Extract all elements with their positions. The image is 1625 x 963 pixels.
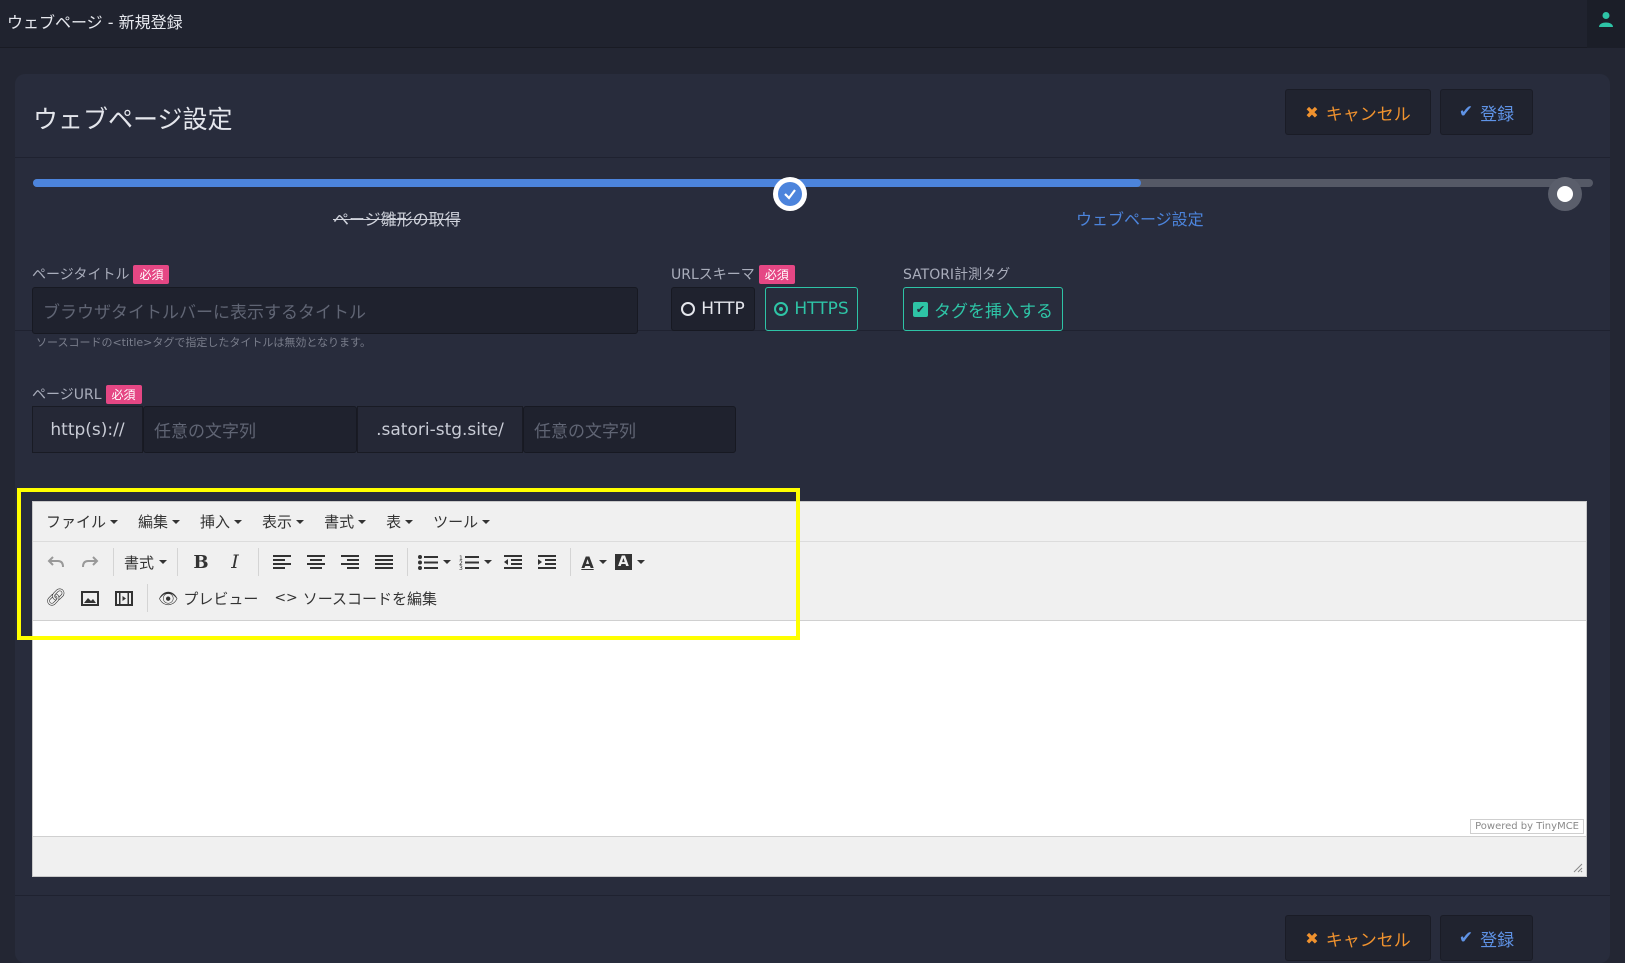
required-badge: 必須 bbox=[133, 264, 170, 284]
user-menu[interactable] bbox=[1587, 0, 1625, 48]
check-icon: ✔ bbox=[1458, 928, 1474, 948]
page-title: ウェブページ設定 bbox=[33, 105, 233, 134]
cancel-label: キャンセル bbox=[1325, 104, 1411, 125]
url-path-input-2[interactable]: 任意の文字列 bbox=[523, 406, 736, 453]
checkbox-checked-icon: ✔ bbox=[913, 301, 928, 317]
required-badge: 必須 bbox=[758, 264, 795, 284]
step1-label: ページ雛形の取得 bbox=[333, 210, 461, 229]
footer-divider bbox=[15, 895, 1610, 896]
url-path-input-1[interactable]: 任意の文字列 bbox=[143, 406, 357, 453]
annotation-highlight-box bbox=[17, 488, 800, 640]
footer-cancel-button[interactable]: ✖ キャンセル bbox=[1285, 915, 1431, 961]
progress-track bbox=[33, 179, 1593, 187]
top-bar: ウェブページ - 新規登録 bbox=[0, 0, 1625, 48]
submit-label: 登録 bbox=[1480, 930, 1515, 951]
cancel-label: キャンセル bbox=[1325, 930, 1411, 951]
resize-handle-icon[interactable] bbox=[1573, 863, 1583, 873]
progress-fill bbox=[33, 179, 1141, 187]
url-scheme-label: URLスキーマ 必須 bbox=[671, 264, 795, 284]
check-icon bbox=[784, 189, 796, 200]
radio-checked-icon bbox=[774, 302, 789, 316]
radio-empty-icon bbox=[681, 302, 696, 316]
close-icon: ✖ bbox=[1305, 102, 1319, 122]
editor-content-area[interactable]: Powered by TinyMCE bbox=[33, 620, 1586, 837]
check-icon: ✔ bbox=[1458, 102, 1474, 122]
page-url-label: ページURL 必須 bbox=[32, 384, 142, 404]
submit-label: 登録 bbox=[1480, 104, 1515, 125]
page-title-input[interactable]: ブラウザタイトルバーに表示するタイトル bbox=[32, 287, 638, 334]
url-domain: .satori-stg.site/ bbox=[357, 406, 523, 453]
insert-tag-checkbox[interactable]: ✔ タグを挿入する bbox=[903, 287, 1063, 331]
user-icon bbox=[1599, 12, 1613, 27]
submit-button[interactable]: ✔ 登録 bbox=[1440, 89, 1533, 135]
https-radio[interactable]: HTTPS bbox=[765, 287, 858, 331]
cancel-button[interactable]: ✖ キャンセル bbox=[1285, 89, 1431, 135]
http-radio[interactable]: HTTP bbox=[671, 287, 755, 331]
close-icon: ✖ bbox=[1305, 928, 1319, 948]
step2-label: ウェブページ設定 bbox=[1076, 210, 1204, 229]
powered-by-label[interactable]: Powered by TinyMCE bbox=[1470, 819, 1584, 834]
card-header: ウェブページ設定 ✖ キャンセル ✔ 登録 bbox=[15, 74, 1610, 158]
step1-complete-marker bbox=[773, 177, 807, 211]
page-title-label: ページタイトル 必須 bbox=[32, 264, 170, 284]
tag-label: SATORI計測タグ bbox=[903, 267, 1011, 283]
page-title-help: ソースコードの<title>タグで指定したタイトルは無効となります。 bbox=[36, 336, 371, 349]
required-badge: 必須 bbox=[105, 384, 142, 404]
url-prefix: http(s):// bbox=[32, 406, 143, 453]
window-title: ウェブページ - 新規登録 bbox=[7, 13, 183, 32]
step2-marker bbox=[1548, 177, 1582, 211]
footer-submit-button[interactable]: ✔ 登録 bbox=[1440, 915, 1533, 961]
